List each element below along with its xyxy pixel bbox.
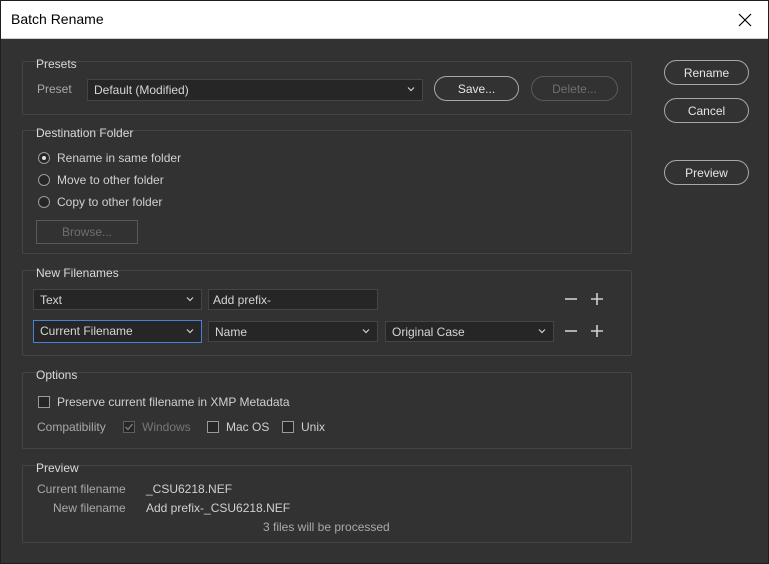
rename-button-label: Rename xyxy=(683,65,730,80)
chevron-down-icon xyxy=(538,329,546,334)
options-legend: Options xyxy=(36,368,78,382)
delete-preset-button[interactable]: Delete... xyxy=(531,76,618,101)
row2-remove-button[interactable] xyxy=(563,323,579,339)
plus-icon xyxy=(591,293,603,305)
delete-preset-label: Delete... xyxy=(552,81,597,96)
unix-checkbox[interactable] xyxy=(282,421,294,433)
preset-label: Preset xyxy=(37,82,72,96)
new-filename-value: Add prefix-_CSU6218.NEF xyxy=(146,501,291,515)
new-filenames-group: New Filenames xyxy=(22,266,632,356)
rename-button[interactable]: Rename xyxy=(664,60,749,85)
minus-icon xyxy=(565,298,577,300)
row1-add-button[interactable] xyxy=(589,291,605,307)
presets-legend: Presets xyxy=(36,57,77,71)
cancel-button-label: Cancel xyxy=(687,103,726,118)
browse-button[interactable]: Browse... xyxy=(36,220,138,244)
row2-part-value: Name xyxy=(215,325,248,339)
chevron-down-icon xyxy=(407,87,415,92)
macos-label[interactable]: Mac OS xyxy=(226,420,269,434)
compatibility-label: Compatibility xyxy=(37,420,106,434)
plus-icon xyxy=(591,325,603,337)
row1-type-select[interactable]: Text xyxy=(33,289,202,310)
row2-add-button[interactable] xyxy=(589,323,605,339)
checkmark-icon xyxy=(125,423,134,431)
new-filename-label: New filename xyxy=(53,501,126,515)
windows-label: Windows xyxy=(142,420,191,434)
radio-copy-other-folder[interactable] xyxy=(38,196,50,208)
windows-checkbox[interactable] xyxy=(123,421,135,433)
browse-button-label: Browse... xyxy=(61,225,112,239)
new-filenames-legend: New Filenames xyxy=(36,266,119,280)
current-filename-value: _CSU6218.NEF xyxy=(146,482,233,496)
chevron-down-icon xyxy=(362,329,370,334)
row2-part-select[interactable]: Name xyxy=(208,321,378,342)
radio-rename-same-folder[interactable] xyxy=(38,152,50,164)
copy-other-folder-label[interactable]: Copy to other folder xyxy=(57,195,162,209)
row1-text-value: Add prefix- xyxy=(213,293,272,307)
chevron-down-icon xyxy=(186,329,194,334)
batch-rename-dialog: Batch Rename Presets Preset Default (Mod… xyxy=(0,0,769,564)
preserve-filename-checkbox[interactable] xyxy=(38,396,50,408)
save-preset-label: Save... xyxy=(457,81,496,96)
preview-button[interactable]: Preview xyxy=(664,160,749,185)
row2-case-select[interactable]: Original Case xyxy=(385,321,554,342)
options-group: Options xyxy=(22,368,632,449)
rename-same-folder-label[interactable]: Rename in same folder xyxy=(57,151,181,165)
destination-legend: Destination Folder xyxy=(36,126,134,140)
row2-case-value: Original Case xyxy=(392,325,465,339)
row1-text-input[interactable]: Add prefix- xyxy=(208,289,378,310)
preset-select[interactable]: Default (Modified) xyxy=(87,79,423,101)
preview-button-label: Preview xyxy=(685,165,728,180)
radio-move-other-folder[interactable] xyxy=(38,174,50,186)
title-bar: Batch Rename xyxy=(1,1,768,39)
move-other-folder-label[interactable]: Move to other folder xyxy=(57,173,164,187)
preset-select-value: Default (Modified) xyxy=(94,83,189,97)
minus-icon xyxy=(565,330,577,332)
unix-label[interactable]: Unix xyxy=(301,420,325,434)
close-icon xyxy=(738,13,752,26)
cancel-button[interactable]: Cancel xyxy=(664,98,749,123)
row1-type-value: Text xyxy=(40,293,63,307)
row1-remove-button[interactable] xyxy=(563,291,579,307)
files-processed-status: 3 files will be processed xyxy=(263,520,390,534)
save-preset-button[interactable]: Save... xyxy=(434,76,519,101)
current-filename-label: Current filename xyxy=(37,482,126,496)
preserve-filename-label[interactable]: Preserve current filename in XMP Metadat… xyxy=(57,395,290,409)
chevron-down-icon xyxy=(186,297,194,302)
macos-checkbox[interactable] xyxy=(207,421,219,433)
row2-type-value: Current Filename xyxy=(40,324,133,338)
dialog-title: Batch Rename xyxy=(11,11,104,27)
preview-legend: Preview xyxy=(36,461,79,475)
close-button[interactable] xyxy=(722,1,768,38)
row2-type-select[interactable]: Current Filename xyxy=(33,320,202,343)
